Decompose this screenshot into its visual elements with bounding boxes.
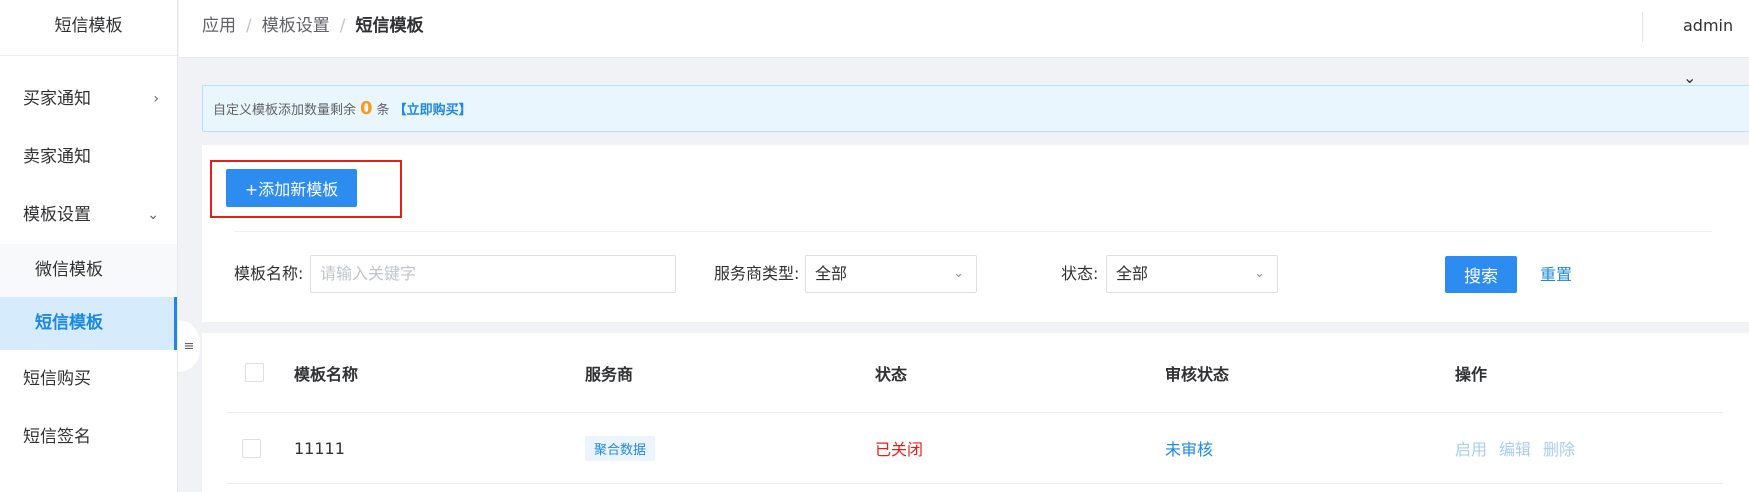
divider bbox=[234, 231, 1712, 232]
provider-type-select[interactable]: 全部 ⌄ bbox=[805, 255, 977, 293]
row-select-cell bbox=[242, 413, 261, 483]
row-status: 已关闭 bbox=[875, 440, 924, 459]
breadcrumb-item-app[interactable]: 应用 bbox=[202, 16, 236, 36]
add-template-button[interactable]: +添加新模板 bbox=[226, 169, 357, 207]
delete-action[interactable]: 删除 bbox=[1543, 436, 1575, 460]
search-button[interactable]: 搜索 bbox=[1445, 256, 1517, 293]
notice-unit: 条 bbox=[376, 103, 390, 118]
sidebar-title: 短信模板 bbox=[0, 0, 177, 56]
notice-text: 自定义模板添加数量剩余 bbox=[213, 103, 357, 118]
top-header: 应用 / 模板设置 / 短信模板 admin ⌄ bbox=[179, 0, 1749, 87]
select-all-checkbox[interactable] bbox=[245, 363, 264, 382]
quota-notice: 自定义模板添加数量剩余 0 条【立即购买】 bbox=[202, 85, 1749, 132]
status-label: 状态: bbox=[1061, 264, 1099, 283]
chevron-down-icon: ⌄ bbox=[1254, 266, 1265, 281]
provider-tag: 聚合数据 bbox=[585, 435, 656, 461]
sidebar-item-label: 卖家通知 bbox=[23, 147, 91, 167]
breadcrumb: 应用 / 模板设置 / 短信模板 bbox=[202, 0, 423, 54]
sidebar-item-label: 短信签名 bbox=[23, 427, 91, 447]
notice-count: 0 bbox=[360, 98, 373, 119]
select-all-cell bbox=[245, 333, 264, 412]
sidebar-item-sms-signature[interactable]: 短信签名 bbox=[0, 408, 177, 466]
sidebar-item-template-settings[interactable]: 模板设置 ⌄ bbox=[0, 186, 177, 244]
reset-link[interactable]: 重置 bbox=[1540, 256, 1572, 293]
breadcrumb-item-current: 短信模板 bbox=[355, 16, 424, 36]
sidebar: 短信模板 买家通知 › 卖家通知 模板设置 ⌄ 微信模板 短信模板 短信购买 短… bbox=[0, 0, 178, 492]
chevron-right-icon: › bbox=[153, 91, 159, 107]
status-value: 全部 bbox=[1116, 264, 1149, 283]
column-header-name: 模板名称 bbox=[294, 364, 359, 384]
table-header: 模板名称 服务商 状态 审核状态 操作 bbox=[226, 333, 1723, 413]
column-header-provider: 服务商 bbox=[585, 364, 634, 384]
column-header-audit-status: 审核状态 bbox=[1165, 364, 1230, 384]
provider-type-value: 全部 bbox=[815, 264, 848, 283]
template-table: 模板名称 服务商 状态 审核状态 操作 11111 聚合数据 已关闭 未审核 启… bbox=[202, 333, 1749, 492]
enable-action[interactable]: 启用 bbox=[1455, 436, 1487, 460]
template-name-label: 模板名称: bbox=[234, 264, 304, 283]
sidebar-subitem-sms-template[interactable]: 短信模板 bbox=[0, 297, 177, 350]
breadcrumb-item-template-settings[interactable]: 模板设置 bbox=[262, 16, 330, 36]
provider-type-label: 服务商类型: bbox=[714, 264, 800, 283]
sidebar-subitem-wechat-template[interactable]: 微信模板 bbox=[0, 244, 177, 297]
row-template-name: 11111 bbox=[294, 438, 345, 458]
sidebar-item-buyer-notice[interactable]: 买家通知 › bbox=[0, 70, 177, 128]
sidebar-item-sms-purchase[interactable]: 短信购买 bbox=[0, 350, 177, 408]
sidebar-item-label: 模板设置 bbox=[23, 205, 91, 225]
breadcrumb-separator: / bbox=[339, 16, 346, 36]
buy-now-link[interactable]: 【立即购买】 bbox=[394, 103, 472, 118]
sidebar-item-label: 短信购买 bbox=[23, 369, 91, 389]
user-name: admin bbox=[1683, 16, 1734, 35]
chevron-down-icon: ⌄ bbox=[953, 266, 964, 281]
filter-panel: +添加新模板 模板名称: 请输入关键字 服务商类型: 全部 ⌄ 状态: 全部 ⌄… bbox=[202, 145, 1749, 322]
sidebar-item-label: 买家通知 bbox=[23, 89, 91, 109]
user-menu[interactable]: admin ⌄ bbox=[1683, 0, 1749, 87]
sidebar-collapse-toggle[interactable]: ≡ bbox=[178, 320, 200, 372]
row-actions: 启用 编辑 删除 bbox=[1455, 413, 1587, 483]
chevron-down-icon: ⌄ bbox=[147, 207, 159, 223]
sidebar-item-seller-notice[interactable]: 卖家通知 bbox=[0, 128, 177, 186]
breadcrumb-separator: / bbox=[246, 16, 252, 36]
row-provider-cell: 聚合数据 bbox=[585, 413, 656, 483]
menu-collapse-icon: ≡ bbox=[183, 338, 195, 354]
column-header-status: 状态 bbox=[875, 364, 908, 384]
row-audit-status: 未审核 bbox=[1165, 440, 1214, 459]
status-select[interactable]: 全部 ⌄ bbox=[1106, 255, 1278, 293]
edit-action[interactable]: 编辑 bbox=[1499, 436, 1531, 460]
column-header-actions: 操作 bbox=[1455, 364, 1488, 384]
app-root: 短信模板 买家通知 › 卖家通知 模板设置 ⌄ 微信模板 短信模板 短信购买 短… bbox=[0, 0, 1749, 492]
row-checkbox[interactable] bbox=[242, 438, 261, 458]
header-divider bbox=[1642, 12, 1643, 42]
table-row: 11111 聚合数据 已关闭 未审核 启用 编辑 删除 bbox=[226, 413, 1723, 484]
template-name-input[interactable]: 请输入关键字 bbox=[310, 255, 676, 293]
